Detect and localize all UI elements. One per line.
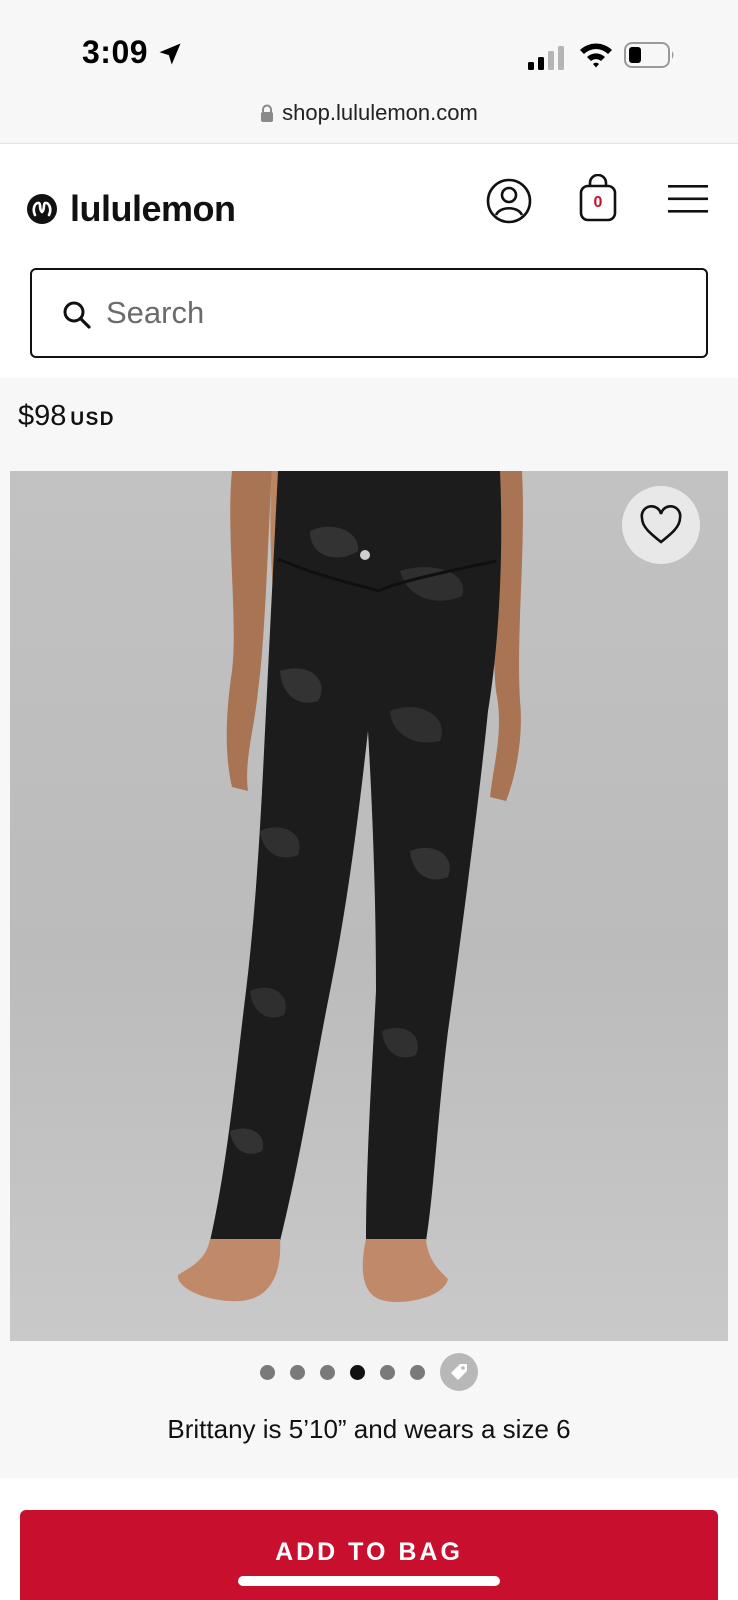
home-indicator[interactable] <box>238 1576 500 1586</box>
url-bar[interactable]: shop.lululemon.com <box>0 96 738 144</box>
shop-the-look-button[interactable] <box>440 1353 478 1391</box>
logo-wordmark: lululemon <box>70 188 236 229</box>
image-carousel-indicator <box>260 1352 478 1392</box>
carousel-dot-active[interactable] <box>350 1364 365 1380</box>
search-box[interactable] <box>30 268 708 358</box>
status-bar: 3:09 <box>0 0 738 96</box>
search-input[interactable] <box>106 284 666 342</box>
wifi-icon <box>580 43 612 68</box>
search-icon <box>63 301 91 329</box>
product-image[interactable] <box>10 471 728 1341</box>
add-to-bag-label: ADD TO BAG <box>275 1538 463 1566</box>
status-time: 3:09 <box>82 34 149 70</box>
lululemon-logo[interactable]: lululemon <box>26 188 236 230</box>
location-arrow-icon <box>159 43 181 65</box>
tag-icon <box>451 1364 467 1380</box>
heart-icon <box>640 505 682 544</box>
battery-icon <box>624 42 674 68</box>
site-header: lululemon 0 <box>0 144 738 378</box>
wishlist-button[interactable] <box>622 486 700 564</box>
shopping-bag-button[interactable]: 0 <box>578 173 618 222</box>
lock-icon <box>261 104 274 122</box>
leggings-photo <box>177 471 523 1303</box>
carousel-dot[interactable] <box>260 1364 275 1380</box>
bag-count-badge: 0 <box>593 194 603 211</box>
carousel-dot[interactable] <box>410 1364 425 1380</box>
model-size-caption: Brittany is 5’10” and wears a size 6 <box>167 1414 571 1444</box>
account-icon[interactable] <box>486 178 532 224</box>
add-to-bag-button[interactable]: ADD TO BAG <box>20 1510 718 1600</box>
product-price: $98 USD <box>18 400 115 433</box>
url-display[interactable]: shop.lululemon.com <box>0 100 738 126</box>
carousel-dot[interactable] <box>320 1364 335 1380</box>
menu-icon[interactable] <box>668 184 708 214</box>
price-currency: USD <box>70 409 116 430</box>
lululemon-logo-icon <box>27 194 57 224</box>
price-amount: $98 <box>18 400 67 432</box>
url-text: shop.lululemon.com <box>282 100 478 125</box>
signal-icon <box>528 46 564 70</box>
carousel-dot[interactable] <box>380 1364 395 1380</box>
product-area: $98 USD Brittany is 5’10” and wears a si… <box>0 378 738 1478</box>
carousel-dot[interactable] <box>290 1364 305 1380</box>
